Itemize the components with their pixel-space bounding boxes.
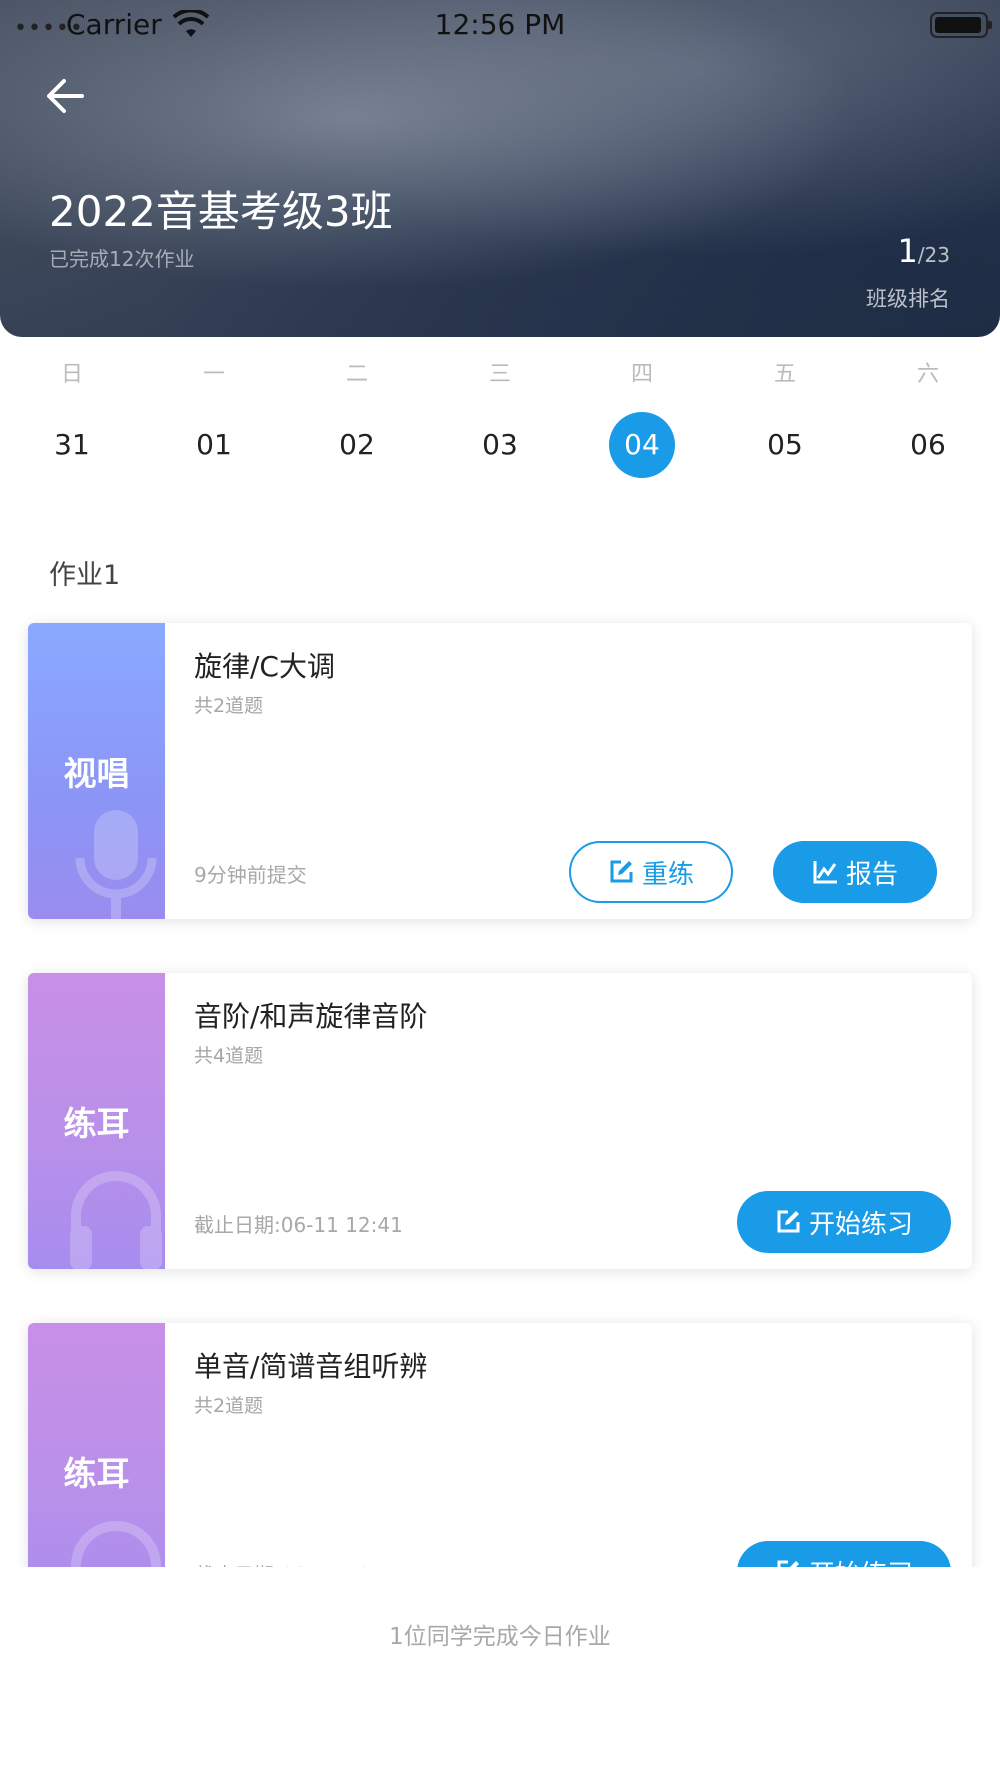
card-title: 单音/简谱音组听辨 bbox=[194, 1350, 428, 1383]
rank-value: 1 bbox=[897, 232, 918, 270]
report-button-label: 报告 bbox=[845, 859, 898, 890]
weekday-label: 日 bbox=[60, 362, 83, 387]
submit-time: 9分钟前提交 bbox=[194, 863, 307, 887]
completed-count: 已完成12次作业 bbox=[49, 247, 195, 271]
date-label[interactable]: 03 bbox=[467, 412, 533, 478]
report-button[interactable]: 报告 bbox=[773, 841, 937, 903]
retry-button-label: 重练 bbox=[641, 859, 694, 890]
edit-icon bbox=[777, 1210, 800, 1233]
back-arrow-icon[interactable] bbox=[42, 72, 90, 120]
chart-icon bbox=[813, 861, 837, 884]
start-practice-button[interactable]: 开始练习 bbox=[737, 1191, 951, 1253]
class-header: ••••• Carrier 12:56 PM 2022音基考级3班 已完成12次… bbox=[0, 0, 1000, 337]
microphone-icon bbox=[75, 810, 157, 919]
weekday-label: 二 bbox=[345, 362, 368, 387]
card-type-panel: 练耳 bbox=[28, 973, 165, 1269]
class-rank: 1/23 bbox=[897, 232, 950, 270]
homework-card[interactable]: 视唱 旋律/C大调 共2道题 9分钟前提交 重练 报告 bbox=[28, 623, 972, 919]
weekday-label: 五 bbox=[773, 362, 796, 387]
completion-summary: 1位同学完成今日作业 bbox=[389, 1624, 611, 1650]
date-label[interactable]: 05 bbox=[752, 412, 818, 478]
date-label[interactable]: 02 bbox=[324, 412, 390, 478]
rank-total: /23 bbox=[917, 243, 950, 267]
card-type-label: 练耳 bbox=[63, 1454, 130, 1493]
question-count: 共2道题 bbox=[194, 695, 264, 717]
bottom-summary-panel: 1位同学完成今日作业 bbox=[0, 1567, 1000, 1778]
weekday-label: 六 bbox=[916, 362, 939, 387]
weekday-label: 三 bbox=[488, 362, 511, 387]
weekday-label: 四 bbox=[630, 362, 653, 387]
date-label-selected[interactable]: 04 bbox=[609, 412, 675, 478]
homework-card[interactable]: 练耳 音阶/和声旋律音阶 共4道题 截止日期:06-11 12:41 开始练习 bbox=[28, 973, 972, 1269]
weekday-label: 一 bbox=[202, 362, 225, 387]
retry-button[interactable]: 重练 bbox=[569, 841, 733, 903]
question-count: 共2道题 bbox=[194, 1395, 264, 1417]
page-title: 2022音基考级3班 bbox=[49, 187, 393, 236]
battery-icon bbox=[930, 12, 992, 38]
card-title: 旋律/C大调 bbox=[194, 650, 335, 683]
date-label[interactable]: 06 bbox=[895, 412, 961, 478]
status-bar: ••••• Carrier 12:56 PM bbox=[0, 0, 1000, 50]
start-practice-label: 开始练习 bbox=[808, 1209, 913, 1240]
headphones-icon bbox=[70, 1171, 162, 1269]
card-type-label: 视唱 bbox=[63, 754, 130, 793]
rank-label: 班级排名 bbox=[866, 287, 950, 311]
status-time: 12:56 PM bbox=[434, 8, 566, 41]
date-label[interactable]: 31 bbox=[39, 412, 105, 478]
date-label[interactable]: 01 bbox=[181, 412, 247, 478]
due-date: 截止日期:06-11 12:41 bbox=[194, 1213, 403, 1237]
edit-icon bbox=[610, 860, 633, 883]
card-type-label: 练耳 bbox=[63, 1104, 130, 1143]
card-type-panel: 视唱 bbox=[28, 623, 165, 919]
section-title: 作业1 bbox=[49, 560, 121, 591]
card-title: 音阶/和声旋律音阶 bbox=[194, 1000, 428, 1033]
question-count: 共4道题 bbox=[194, 1045, 264, 1067]
